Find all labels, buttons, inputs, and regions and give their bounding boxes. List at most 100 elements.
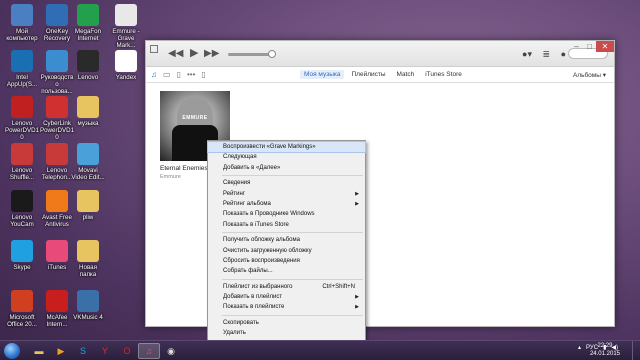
volume-knob[interactable] xyxy=(268,50,276,58)
context-menu-item[interactable]: Сбросить воспроизведения xyxy=(208,256,365,266)
context-menu-item[interactable]: Очистить загруженную обложку xyxy=(208,246,365,256)
previous-icon[interactable]: ◀◀ xyxy=(168,48,183,59)
music-note-icon[interactable]: ♫ xyxy=(151,70,157,79)
device-icon[interactable]: ▯ xyxy=(201,70,205,79)
desktop-icon[interactable]: Lenovo PowerDVD10 xyxy=(4,96,40,141)
skype-taskbar-icon[interactable]: S xyxy=(72,343,94,359)
list-icon[interactable]: ≣ xyxy=(542,49,550,60)
desktop-icon[interactable]: Lenovo YouCam xyxy=(4,190,40,228)
skype-icon xyxy=(11,240,33,262)
submenu-arrow-icon: ▶ xyxy=(355,200,359,207)
start-button[interactable] xyxy=(4,343,20,359)
minimize-button[interactable]: – xyxy=(570,41,583,52)
view-selector[interactable]: Альбомы ▾ xyxy=(573,71,606,79)
menu-icon[interactable] xyxy=(150,45,158,53)
maximize-button[interactable]: □ xyxy=(583,41,596,52)
menu-item-label: Добавить в «Далее» xyxy=(223,164,281,171)
folder-icon xyxy=(77,240,99,262)
context-menu-item[interactable]: Рейтинг альбома ▶ xyxy=(208,199,365,209)
tab-1[interactable]: Плейлисты xyxy=(347,70,389,79)
tab-3[interactable]: iTunes Store xyxy=(421,70,466,79)
context-menu-item[interactable]: Показать в Проводнике Windows xyxy=(208,209,365,219)
tab-0[interactable]: Моя музыка xyxy=(300,70,345,79)
context-menu-item[interactable]: Собрать файлы... xyxy=(208,266,365,276)
clock[interactable]: 22:29 24.01.2015 xyxy=(590,343,620,358)
desktop-icon-label: музыка xyxy=(77,120,99,127)
desktop-icon[interactable]: Microsoft Office 20... xyxy=(4,290,40,328)
menu-item-label: Получить обложку альбома xyxy=(223,237,300,244)
media-player-taskbar-icon[interactable]: ▶ xyxy=(50,343,72,359)
desktop-icon[interactable]: Мой компьютер xyxy=(4,4,40,42)
desktop-icon-label: Lenovo xyxy=(77,74,99,81)
context-menu-item[interactable]: Получить обложку альбома xyxy=(208,235,365,245)
itunes-taskbar-icon[interactable]: ♫ xyxy=(138,343,160,359)
lenovo-phone-icon xyxy=(46,143,68,165)
context-menu-item[interactable]: Добавить в «Далее» xyxy=(208,163,365,173)
menu-item-label: Рейтинг альбома xyxy=(223,200,271,207)
menu-separator xyxy=(222,314,363,316)
desktop-icon-label: Movavi Video Edit... xyxy=(71,167,105,181)
camera-taskbar-icon[interactable]: ◉ xyxy=(160,343,182,359)
menu-item-label: Собрать файлы... xyxy=(223,268,273,275)
volume-slider[interactable] xyxy=(228,50,276,58)
desktop-icon[interactable]: Skype xyxy=(4,240,40,271)
play-icon[interactable]: ▶ xyxy=(190,46,198,59)
intel-appup-icon xyxy=(11,50,33,72)
desktop-icon[interactable]: pliw xyxy=(70,190,106,221)
more-icon[interactable]: ••• xyxy=(187,70,195,79)
context-menu-item[interactable]: Добавить в плейлист ▶ xyxy=(208,292,365,302)
context-menu-item[interactable]: Удалить xyxy=(208,328,365,338)
context-menu-item[interactable]: Скопировать xyxy=(208,318,365,328)
desktop-icon[interactable]: Lenovo xyxy=(70,50,106,81)
account-icon[interactable]: ●▾ xyxy=(522,49,532,60)
desktop-icon-label: Emmure - Grave Mark... xyxy=(112,28,140,49)
album-artist[interactable]: Emmure xyxy=(160,174,181,180)
context-menu-item[interactable]: Воспроизвести «Grave Markings» xyxy=(207,140,366,154)
desktop-icon[interactable]: Intel AppUp(S... xyxy=(4,50,40,88)
download-icon[interactable]: ● xyxy=(561,49,566,59)
context-menu-item[interactable]: Следующая xyxy=(208,152,365,162)
desktop-icon[interactable]: MegaFon Internet xyxy=(70,4,106,42)
menu-item-label: Показать в iTunes Store xyxy=(223,221,289,228)
desktop-icon[interactable]: Новая папка xyxy=(70,240,106,278)
movies-icon[interactable]: ▭ xyxy=(163,70,171,79)
context-menu-item[interactable]: Плейлист из выбранного Ctrl+Shift+N xyxy=(208,282,365,292)
context-menu-item[interactable]: Сведения xyxy=(208,178,365,188)
album-title[interactable]: Eternal Enemies xyxy=(160,165,208,172)
cover-text: EMMURE xyxy=(182,115,208,121)
computer-icon xyxy=(11,4,33,26)
tray-arrow-icon[interactable]: ▴ xyxy=(578,344,581,351)
desktop-icon[interactable]: Lenovo Shuffle... xyxy=(4,143,40,181)
desktop-icon[interactable]: Emmure - Grave Mark... xyxy=(108,4,144,49)
desktop-icon[interactable]: Yandex xyxy=(108,50,144,81)
yandex-taskbar-icon[interactable]: Y xyxy=(94,343,116,359)
menu-item-label: Скопировать xyxy=(223,319,259,326)
opera-taskbar-icon[interactable]: O xyxy=(116,343,138,359)
menu-item-label: Следующая xyxy=(223,154,257,161)
next-icon[interactable]: ▶▶ xyxy=(204,48,219,59)
powerdvd-icon xyxy=(11,96,33,118)
menu-item-label: Добавить в плейлист xyxy=(223,294,283,301)
menu-shortcut: Ctrl+Shift+N xyxy=(322,283,355,290)
menu-item-label: Плейлист из выбранного xyxy=(223,283,293,290)
desktop-icon[interactable]: VKMusic 4 xyxy=(70,290,106,321)
desktop-icon-label: pliw xyxy=(82,214,94,221)
desktop-icon-label: Lenovo PowerDVD10 xyxy=(4,120,40,141)
lenovo-app-icon xyxy=(77,50,99,72)
show-desktop-button[interactable] xyxy=(632,341,640,360)
itunes-nav: ♫ ▭ ▯ ••• ▯ Моя музыка Плейлисты Match iTun… xyxy=(146,67,614,83)
tab-2[interactable]: Match xyxy=(393,70,419,79)
context-menu-item[interactable]: Показать в iTunes Store xyxy=(208,220,365,230)
context-menu-item[interactable]: Показать в плейлисте ▶ xyxy=(208,302,365,312)
itunes-toolbar: ◀◀ ▶ ▶▶ ●▾ ≣ ● – □ ✕ xyxy=(146,41,614,67)
context-menu-item[interactable]: Рейтинг ▶ xyxy=(208,189,365,199)
desktop-icon[interactable]: музыка xyxy=(70,96,106,127)
tv-icon[interactable]: ▯ xyxy=(177,70,181,79)
desktop-icon[interactable]: Movavi Video Edit... xyxy=(70,143,106,181)
desktop-icon-label: Lenovo Shuffle... xyxy=(9,167,35,181)
menu-item-label: Сбросить воспроизведения xyxy=(223,257,300,264)
youcam-icon xyxy=(11,190,33,212)
explorer-taskbar-icon[interactable]: ▬ xyxy=(28,343,50,359)
menu-separator xyxy=(222,232,363,234)
close-button[interactable]: ✕ xyxy=(596,41,614,52)
